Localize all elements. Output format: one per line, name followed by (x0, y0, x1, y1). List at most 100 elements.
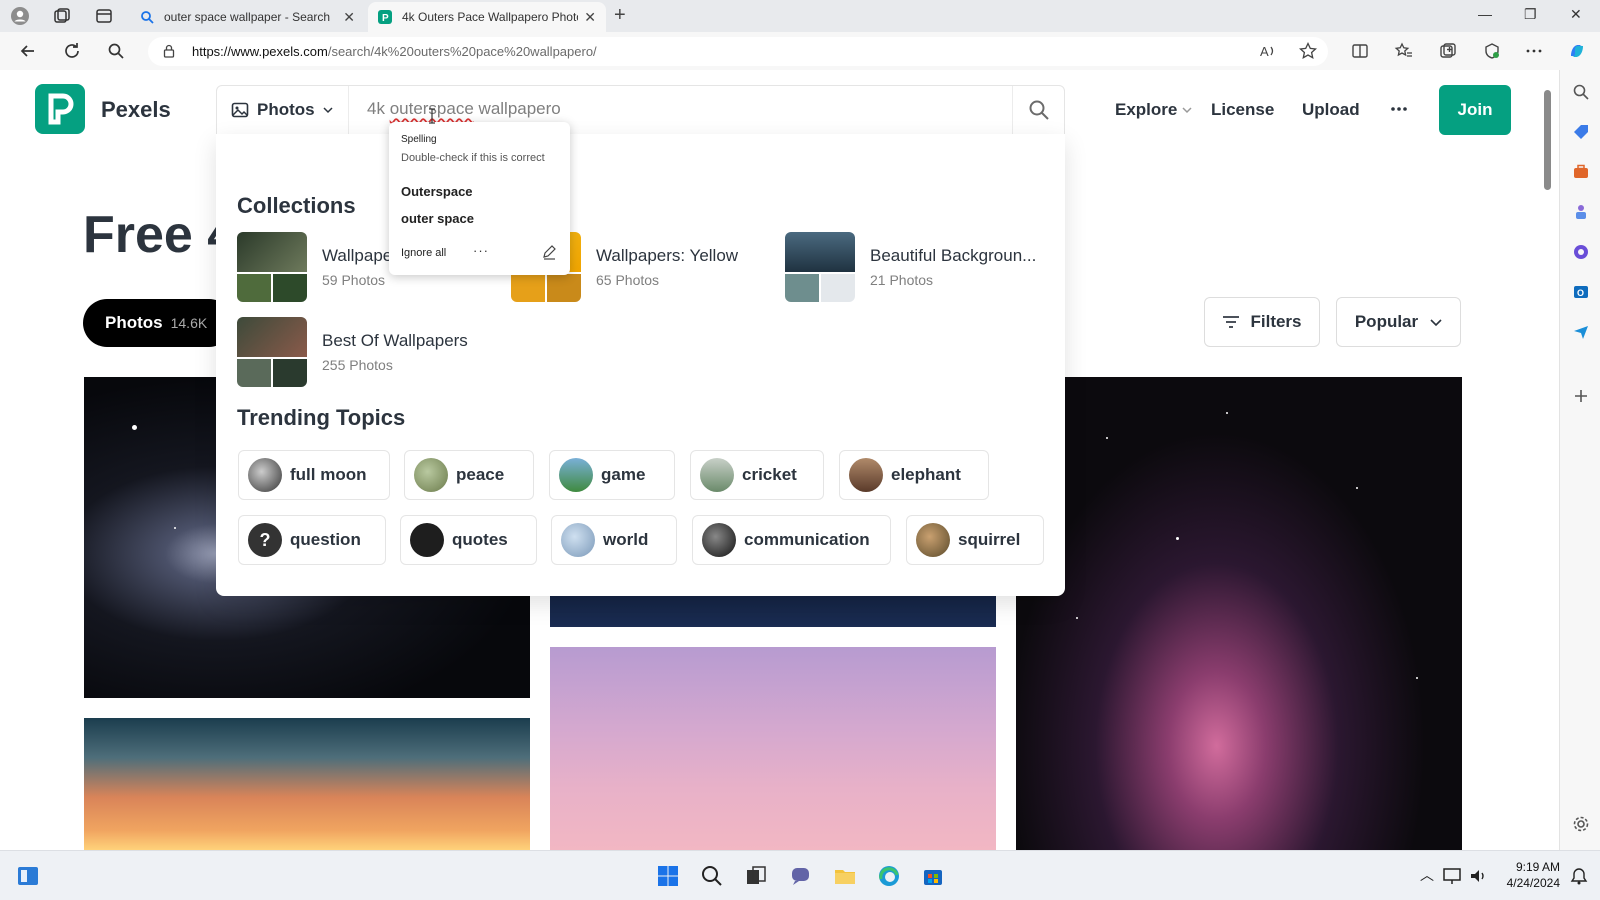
tab-pexels[interactable]: P 4k Outers Pace Wallpapero Photos ✕ (368, 2, 606, 32)
tab-photos[interactable]: Photos 14.6K (83, 299, 233, 347)
clock-date: 4/24/2024 (1506, 876, 1560, 890)
tools-briefcase-icon[interactable] (1572, 163, 1590, 181)
shopping-tag-icon[interactable] (1572, 123, 1590, 141)
more-options-icon[interactable]: ··· (473, 243, 489, 258)
windows-taskbar: ︿ 9:19 AM 4/24/2024 (0, 850, 1600, 900)
microsoft-365-icon[interactable] (1572, 243, 1590, 261)
tab-actions-icon[interactable] (94, 6, 114, 26)
favorite-star-icon[interactable] (1298, 41, 1318, 61)
collections-icon[interactable] (1438, 41, 1458, 61)
spelling-suggestion[interactable]: outer space (401, 211, 474, 226)
close-window-icon[interactable]: ✕ (1570, 6, 1582, 23)
favorites-icon[interactable] (1394, 41, 1414, 61)
collection-item[interactable]: Best Of Wallpapers 255 Photos (237, 317, 497, 387)
tab-search[interactable]: outer space wallpaper - Search ✕ (130, 2, 365, 32)
url-domain: https://www.pexels.com (192, 44, 328, 59)
svg-text:A: A (1260, 44, 1269, 59)
restore-icon[interactable]: ❐ (1524, 6, 1537, 23)
topic-chip[interactable]: world (551, 515, 677, 565)
page-scrollbar[interactable] (1540, 70, 1556, 850)
microsoft-store-icon[interactable] (921, 864, 945, 888)
widgets-icon[interactable] (16, 864, 40, 888)
windows-start-icon[interactable] (656, 864, 680, 888)
profile-icon[interactable] (10, 6, 30, 26)
address-toolbar: https://www.pexels.com/search/4k%20outer… (0, 32, 1600, 70)
close-tab-icon[interactable]: ✕ (343, 9, 355, 26)
photo-sunset-clouds[interactable] (84, 718, 530, 850)
spelling-suggestion[interactable]: Outerspace (401, 184, 473, 199)
edge-browser-icon[interactable] (877, 864, 901, 888)
search-type-dropdown[interactable]: Photos (217, 86, 349, 134)
scrollbar-thumb[interactable] (1544, 90, 1551, 190)
more-options-icon[interactable] (1524, 41, 1544, 61)
file-explorer-icon[interactable] (833, 864, 857, 888)
search-icon[interactable] (106, 41, 126, 61)
topic-chip[interactable]: quotes (400, 515, 537, 565)
task-view-icon[interactable] (744, 864, 768, 888)
new-tab-icon[interactable]: + (614, 4, 626, 27)
pexels-logo-icon[interactable] (35, 84, 85, 134)
photo-pink-clouds[interactable] (550, 647, 996, 850)
split-screen-icon[interactable] (1350, 41, 1370, 61)
clock-time: 9:19 AM (1515, 860, 1560, 874)
search-bar: Photos 4k outerspace wallpapero (216, 85, 1065, 135)
pexels-favicon-icon: P (378, 10, 392, 24)
volume-icon[interactable] (1468, 866, 1488, 886)
collection-item[interactable]: Beautiful Backgroun... 21 Photos (785, 232, 1045, 302)
topic-label: squirrel (958, 530, 1021, 549)
topic-chip[interactable]: ? question (238, 515, 386, 565)
topic-chip[interactable]: cricket (690, 450, 824, 500)
nav-explore[interactable]: Explore (1115, 100, 1192, 120)
sort-label: Popular (1354, 312, 1419, 331)
search-button[interactable] (1012, 86, 1064, 134)
teams-chat-icon[interactable] (789, 864, 813, 888)
topic-chip[interactable]: game (549, 450, 675, 500)
network-icon[interactable] (1442, 866, 1462, 886)
topic-label: question (290, 530, 361, 549)
topic-thumbnail (561, 523, 595, 557)
close-tab-icon[interactable]: ✕ (584, 9, 596, 26)
notifications-bell-icon[interactable] (1570, 867, 1588, 885)
games-icon[interactable] (1572, 203, 1590, 221)
photo-orion-nebula[interactable] (1016, 377, 1462, 850)
settings-gear-icon[interactable] (1572, 815, 1590, 833)
topic-thumbnail (916, 523, 950, 557)
topic-chip[interactable]: full moon (238, 450, 390, 500)
browser-essentials-icon[interactable] (1482, 41, 1502, 61)
sort-dropdown[interactable]: Popular (1336, 297, 1461, 347)
workspaces-icon[interactable] (52, 6, 72, 26)
more-menu-icon[interactable] (1390, 102, 1408, 116)
collection-name: Wallpapers: Yellow (596, 246, 739, 265)
collection-count: 65 Photos (596, 272, 660, 288)
edit-pen-icon[interactable] (541, 244, 557, 260)
system-clock[interactable]: 9:19 AM 4/24/2024 (1500, 859, 1560, 891)
lock-icon[interactable] (162, 44, 176, 58)
topic-chip[interactable]: squirrel (906, 515, 1044, 565)
search-input[interactable]: 4k outerspace wallpapero (367, 99, 561, 119)
topic-chip[interactable]: communication (692, 515, 891, 565)
outlook-icon[interactable]: O (1572, 283, 1590, 301)
address-bar[interactable]: https://www.pexels.com/search/4k%20outer… (148, 37, 1328, 66)
nav-license[interactable]: License (1211, 100, 1274, 120)
nav-upload[interactable]: Upload (1302, 100, 1360, 120)
minimize-icon[interactable]: — (1478, 6, 1492, 22)
filters-button[interactable]: Filters (1204, 297, 1320, 347)
send-icon[interactable] (1572, 323, 1590, 341)
search-text-prefix: 4k (367, 99, 390, 118)
topic-label: elephant (891, 465, 961, 484)
join-button[interactable]: Join (1439, 85, 1511, 135)
sidebar-search-icon[interactable] (1572, 83, 1590, 101)
topic-chip[interactable]: peace (404, 450, 534, 500)
topic-label: world (603, 530, 649, 549)
trending-heading: Trending Topics (237, 405, 406, 430)
topic-chip[interactable]: elephant (839, 450, 989, 500)
copilot-icon[interactable] (1567, 41, 1587, 61)
chevron-up-icon[interactable]: ︿ (1420, 865, 1434, 885)
pexels-logo-text[interactable]: Pexels (101, 97, 171, 123)
ignore-all-button[interactable]: Ignore all (401, 247, 446, 259)
taskbar-search-icon[interactable] (700, 864, 724, 888)
read-aloud-icon[interactable]: A (1258, 41, 1278, 61)
back-icon[interactable] (18, 41, 38, 61)
add-icon[interactable] (1572, 387, 1590, 405)
refresh-icon[interactable] (62, 41, 82, 61)
